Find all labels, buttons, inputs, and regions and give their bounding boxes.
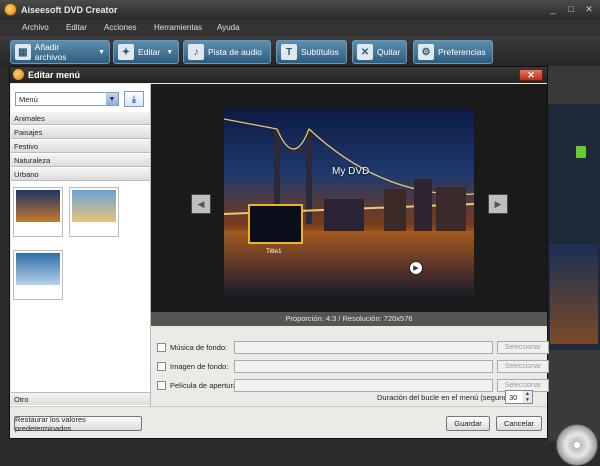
next-arrow-button[interactable]: ▶ xyxy=(488,194,508,214)
preferences-button[interactable]: ⚙ Preferencias xyxy=(413,40,493,64)
chevron-left-icon: ◀ xyxy=(197,198,205,209)
dialog-footer: Restaurar los valores predeterminados Gu… xyxy=(10,406,547,438)
template-thumbnail[interactable] xyxy=(13,187,63,237)
menu-preview: My DVD Title1 ▶ xyxy=(224,109,474,296)
download-icon: ⤓ xyxy=(132,93,136,104)
background-music-select-button[interactable]: Seleccionar xyxy=(497,341,549,354)
category-urbano[interactable]: Urbano xyxy=(11,168,150,181)
magic-wand-icon: ✦ xyxy=(118,44,134,60)
loop-duration-value[interactable]: 30 xyxy=(509,393,517,402)
category-otro[interactable]: Otro xyxy=(11,392,150,405)
gear-icon: ⚙ xyxy=(418,44,434,60)
menu-select-value: Menú xyxy=(19,95,38,104)
background-preview-image xyxy=(550,244,598,344)
audio-track-label: Pista de audio xyxy=(208,47,262,57)
background-image-label: Imagen de fondo: xyxy=(170,362,229,371)
minimize-icon[interactable]: _ xyxy=(546,3,560,15)
background-music-row: Música de fondo: xyxy=(157,341,227,354)
remove-button[interactable]: ✕ Quitar xyxy=(352,40,407,64)
aspect-resolution-info: Proporción: 4:3 / Resolución: 720x576 xyxy=(151,312,547,326)
audio-track-button[interactable]: ♪ Pista de audio xyxy=(183,40,271,64)
chapter-label[interactable]: Title1 xyxy=(266,248,282,255)
maximize-icon[interactable]: □ xyxy=(564,3,578,15)
background-image-select-button[interactable]: Seleccionar xyxy=(497,360,549,373)
remove-label: Quitar xyxy=(377,47,401,57)
template-preview-image xyxy=(72,190,116,222)
category-festivo[interactable]: Festivo xyxy=(11,140,150,153)
menu-select[interactable]: Menú ▼ xyxy=(15,92,119,106)
stepper-arrows-icon[interactable]: ▲ ▼ xyxy=(523,391,532,403)
dialog-title: Editar menú xyxy=(28,70,81,80)
background-image-checkbox[interactable] xyxy=(157,362,166,371)
opening-film-label: Película de apertura: xyxy=(170,381,240,390)
download-button[interactable]: ⤓ xyxy=(124,91,144,107)
background-image-field[interactable] xyxy=(234,360,493,373)
document-icon xyxy=(576,146,586,158)
app-logo-icon xyxy=(4,3,17,16)
film-add-icon: ▦ xyxy=(15,44,31,60)
chevron-down-icon[interactable]: ▼ xyxy=(98,49,105,56)
film-audio-icon: ♪ xyxy=(188,44,204,60)
edit-label: Editar xyxy=(138,47,161,57)
dvd-disc-icon[interactable] xyxy=(556,424,598,466)
dialog-title-bar: Editar menú ✕ xyxy=(10,67,547,83)
menu-herramientas[interactable]: Herramientas xyxy=(154,23,202,32)
app-title-bar: Aiseesoft DVD Creator _ □ ✕ xyxy=(0,0,600,20)
background-music-field[interactable] xyxy=(234,341,493,354)
save-button[interactable]: Guardar xyxy=(446,416,490,431)
opening-film-checkbox[interactable] xyxy=(157,381,166,390)
opening-film-row: Película de apertura: xyxy=(157,379,239,392)
window-controls: _ □ ✕ xyxy=(546,3,596,15)
add-files-label: Añadir archivos xyxy=(34,42,67,62)
chevron-down-icon[interactable]: ▼ xyxy=(166,49,173,56)
category-naturaleza[interactable]: Naturaleza xyxy=(11,154,150,167)
template-thumbnails xyxy=(11,182,150,402)
category-paisajes[interactable]: Paisajes xyxy=(11,126,150,139)
menu-editar[interactable]: Editar xyxy=(66,23,87,32)
menu-acciones[interactable]: Acciones xyxy=(104,23,136,32)
category-animales[interactable]: Animales xyxy=(11,112,150,125)
edit-button[interactable]: ✦ Editar ▼ xyxy=(113,40,179,64)
background-music-checkbox[interactable] xyxy=(157,343,166,352)
subtitles-label: Subtítulos xyxy=(301,47,339,57)
template-thumbnail[interactable] xyxy=(69,187,119,237)
loop-duration-stepper[interactable]: 30 ▲ ▼ xyxy=(505,390,533,404)
template-preview-image xyxy=(16,253,60,285)
app-title: Aiseesoft DVD Creator xyxy=(21,5,118,15)
menu-archivo[interactable]: Archivo xyxy=(22,23,49,32)
loop-duration-label: Duración del bucle en el menú (segundos)… xyxy=(376,393,520,402)
previous-arrow-button[interactable]: ◀ xyxy=(191,194,211,214)
film-remove-icon: ✕ xyxy=(357,44,373,60)
preferences-label: Preferencias xyxy=(438,47,486,57)
close-button[interactable]: ✕ xyxy=(519,69,543,81)
add-files-button[interactable]: ▦ Añadir archivos ▼ xyxy=(10,40,110,64)
edit-menu-dialog: Editar menú ✕ Menú ▼ ⤓ Animales Paisajes… xyxy=(9,66,549,439)
opening-film-field[interactable] xyxy=(234,379,493,392)
chapter-thumbnail[interactable] xyxy=(248,204,303,244)
subtitles-icon: T xyxy=(281,44,297,60)
menu-options: Música de fondo: Seleccionar Imagen de f… xyxy=(151,326,549,406)
template-preview-image xyxy=(16,190,60,222)
background-preview-strip xyxy=(548,104,600,350)
preview-area: ◀ My DVD Title1 ▶ ▶ xyxy=(151,84,547,312)
background-music-label: Música de fondo: xyxy=(170,343,228,352)
app-logo-icon xyxy=(13,69,24,80)
restore-defaults-button[interactable]: Restaurar los valores predeterminados xyxy=(14,415,142,433)
menu-bar: Archivo Editar Acciones Herramientas Ayu… xyxy=(0,20,600,36)
chevron-down-icon[interactable]: ▼ xyxy=(106,93,118,105)
menu-ayuda[interactable]: Ayuda xyxy=(217,23,240,32)
close-icon[interactable]: ✕ xyxy=(582,3,596,15)
template-panel: Menú ▼ ⤓ Animales Paisajes Festivo Natur… xyxy=(11,84,151,406)
play-icon[interactable]: ▶ xyxy=(409,261,423,275)
template-thumbnail[interactable] xyxy=(13,250,63,300)
cancel-button[interactable]: Cancelar xyxy=(496,416,542,431)
subtitles-button[interactable]: T Subtítulos xyxy=(276,40,347,64)
dvd-title-text[interactable]: My DVD xyxy=(332,166,369,177)
chevron-right-icon: ▶ xyxy=(494,198,502,209)
background-app-panel xyxy=(548,66,600,466)
toolbar: ▦ Añadir archivos ▼ ✦ Editar ▼ ♪ Pista d… xyxy=(0,36,600,66)
background-image-row: Imagen de fondo: xyxy=(157,360,228,373)
